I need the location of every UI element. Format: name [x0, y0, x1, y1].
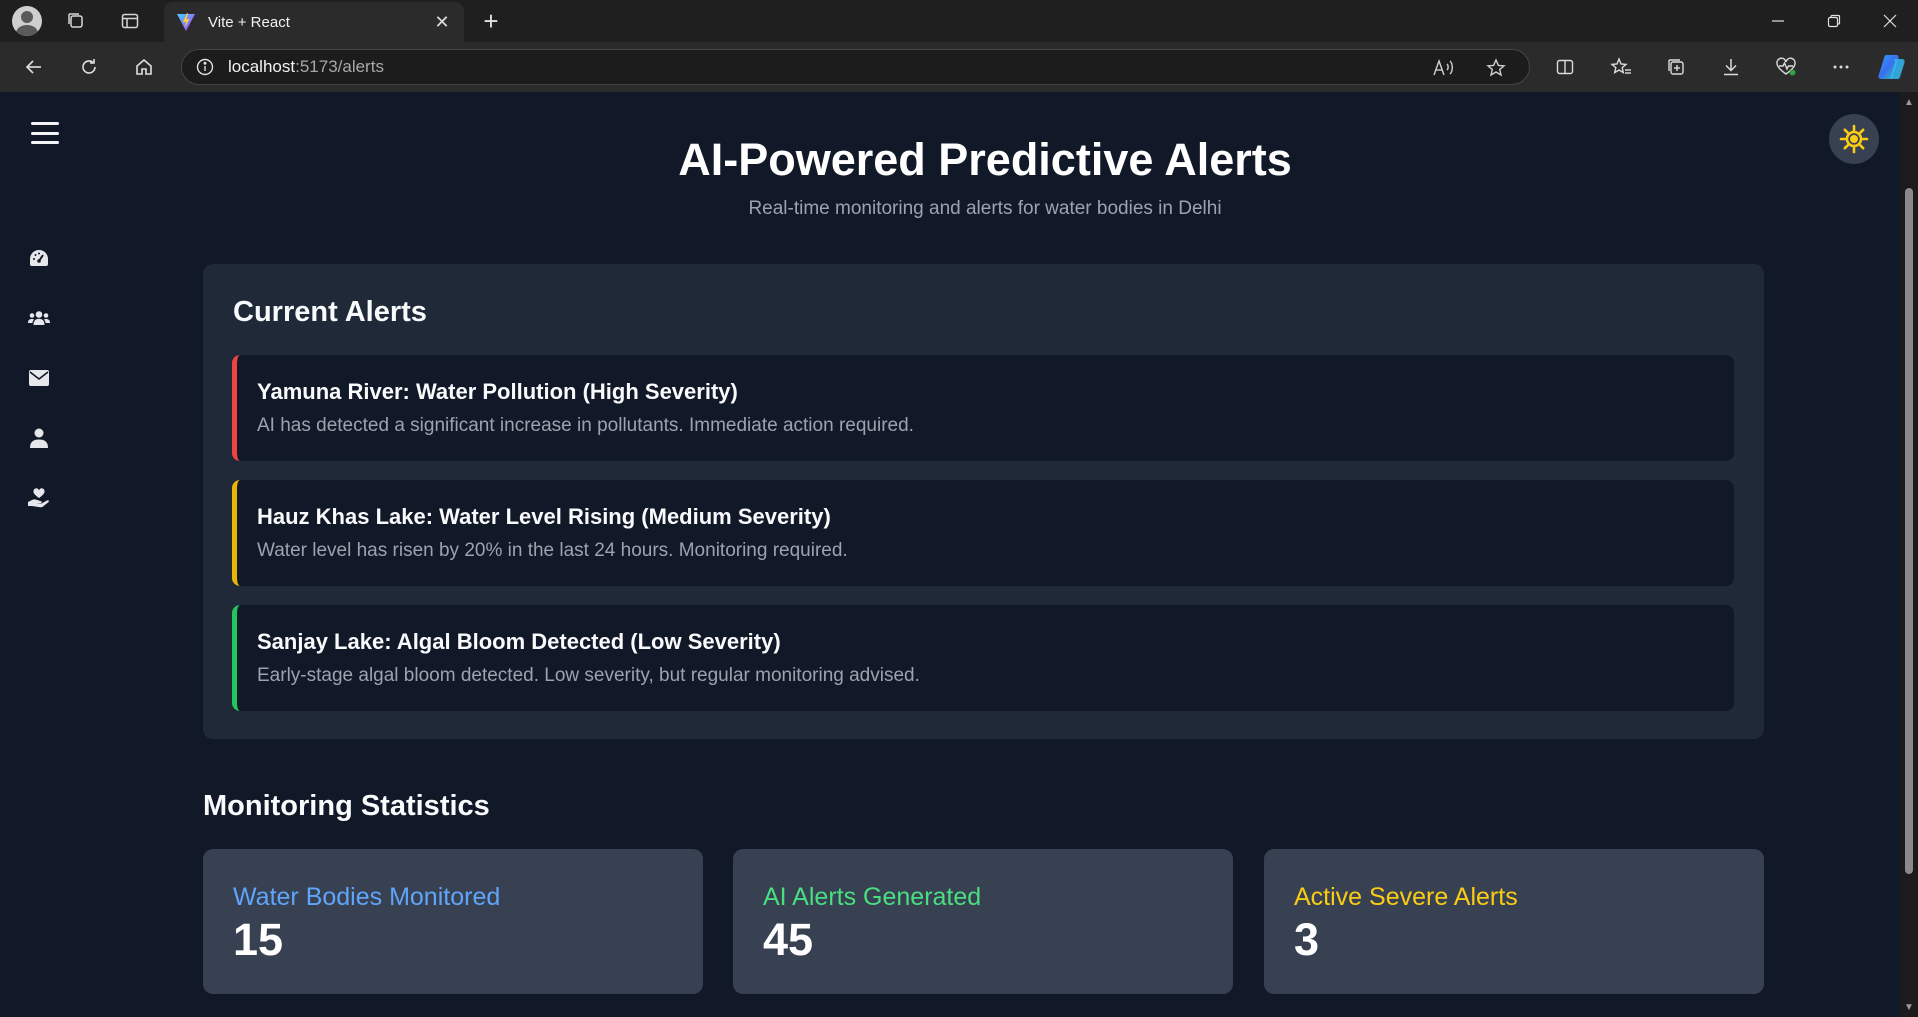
stat-value: 3	[1294, 914, 1320, 965]
alert-description: Early-stage algal bloom detected. Low se…	[257, 665, 920, 686]
heart-pulse-icon	[1776, 57, 1796, 76]
sidebar-item-dashboard[interactable]	[24, 243, 54, 273]
alert-description: Water level has risen by 20% in the last…	[257, 540, 848, 561]
collections-button[interactable]	[1658, 50, 1694, 84]
url-path: :5173/alerts	[295, 57, 384, 76]
close-icon	[1883, 14, 1897, 28]
alert-card-low[interactable]: Sanjay Lake: Algal Bloom Detected (Low S…	[232, 605, 1734, 711]
users-icon	[28, 311, 50, 325]
browser-essentials-button[interactable]	[1768, 50, 1804, 84]
favorites-button[interactable]	[1603, 50, 1639, 84]
tab-actions-icon	[121, 13, 139, 29]
page-subtitle: Real-time monitoring and alerts for wate…	[748, 198, 1222, 219]
home-button[interactable]	[126, 50, 162, 84]
downloads-button[interactable]	[1713, 50, 1749, 84]
read-aloud-button[interactable]	[1432, 50, 1454, 86]
profile-button[interactable]	[10, 5, 44, 37]
stat-value: 15	[233, 914, 284, 965]
page-scrollbar[interactable]: ▲ ▼	[1900, 92, 1918, 1017]
split-screen-icon	[1556, 59, 1574, 75]
download-icon	[1724, 59, 1738, 76]
info-icon	[196, 58, 214, 76]
monitoring-statistics-heading: Monitoring Statistics	[203, 790, 490, 822]
more-options-button[interactable]	[1823, 50, 1859, 84]
stat-card-water-bodies: Water Bodies Monitored 15	[203, 849, 703, 994]
sidebar-item-messages[interactable]	[24, 363, 54, 393]
scroll-up-icon[interactable]: ▲	[1900, 94, 1918, 110]
alert-title: Yamuna River: Water Pollution (High Seve…	[257, 379, 738, 404]
alert-description: AI has detected a significant increase i…	[257, 415, 914, 436]
read-aloud-icon	[1433, 58, 1453, 76]
hand-holding-heart-icon	[28, 488, 49, 508]
current-alerts-panel: Current Alerts Yamuna River: Water Pollu…	[203, 264, 1764, 739]
reload-button[interactable]	[71, 50, 107, 84]
back-button[interactable]	[16, 50, 52, 84]
split-screen-button[interactable]	[1547, 50, 1583, 84]
minimize-icon	[1772, 20, 1784, 22]
favorite-star-button[interactable]	[1486, 50, 1506, 86]
alert-card-medium[interactable]: Hauz Khas Lake: Water Level Rising (Medi…	[232, 480, 1734, 586]
minimize-button[interactable]	[1750, 0, 1806, 42]
sidebar-item-profile[interactable]	[24, 423, 54, 453]
current-alerts-heading: Current Alerts	[233, 296, 427, 328]
scroll-down-icon[interactable]: ▼	[1900, 999, 1918, 1015]
tab-close-icon[interactable]: ✕	[430, 12, 454, 33]
collections-icon	[1668, 59, 1684, 75]
star-icon	[1486, 58, 1506, 77]
alert-title: Hauz Khas Lake: Water Level Rising (Medi…	[257, 504, 831, 529]
tab-title: Vite + React	[208, 13, 290, 31]
copilot-icon	[1878, 55, 1905, 79]
workspaces-button[interactable]	[59, 5, 93, 37]
workspaces-icon	[68, 13, 83, 28]
browser-tab-strip: Vite + React ✕ +	[0, 0, 1918, 42]
home-icon	[136, 58, 152, 75]
scrollbar-thumb[interactable]	[1905, 188, 1913, 874]
more-horizontal-icon	[1833, 65, 1849, 69]
reload-icon	[82, 59, 96, 74]
alert-card-high[interactable]: Yamuna River: Water Pollution (High Seve…	[232, 355, 1734, 461]
new-tab-button[interactable]: +	[474, 5, 508, 37]
stat-card-severe-alerts: Active Severe Alerts 3	[1264, 849, 1764, 994]
restore-icon	[1827, 14, 1841, 28]
sidebar-item-community[interactable]	[24, 303, 54, 333]
browser-toolbar: localhost:5173/alerts	[0, 42, 1918, 92]
arrow-left-icon	[25, 60, 41, 74]
profile-avatar	[12, 6, 42, 36]
stat-label: Active Severe Alerts	[1294, 883, 1518, 911]
restore-button[interactable]	[1806, 0, 1862, 42]
close-window-button[interactable]	[1862, 0, 1918, 42]
stat-card-ai-alerts: AI Alerts Generated 45	[733, 849, 1233, 994]
vertical-tabs-button[interactable]	[113, 5, 147, 37]
address-bar[interactable]: localhost:5173/alerts	[181, 49, 1530, 85]
hamburger-line	[31, 122, 59, 125]
vite-logo-icon	[177, 13, 195, 31]
user-icon	[30, 428, 48, 448]
sidebar-item-volunteer[interactable]	[24, 483, 54, 513]
active-browser-tab[interactable]: Vite + React ✕	[164, 2, 464, 42]
alert-title: Sanjay Lake: Algal Bloom Detected (Low S…	[257, 629, 781, 654]
url-host: localhost	[228, 57, 296, 76]
favorites-icon	[1610, 57, 1631, 75]
stat-value: 45	[763, 914, 814, 965]
stat-label: Water Bodies Monitored	[233, 883, 501, 911]
dashboard-icon	[30, 250, 48, 266]
page-title: AI-Powered Predictive Alerts	[678, 134, 1292, 185]
copilot-button[interactable]	[1874, 50, 1910, 84]
envelope-icon	[29, 370, 49, 386]
page-viewport: AI-Powered Predictive Alerts Real-time m…	[5, 92, 1900, 1017]
stat-label: AI Alerts Generated	[763, 883, 982, 911]
